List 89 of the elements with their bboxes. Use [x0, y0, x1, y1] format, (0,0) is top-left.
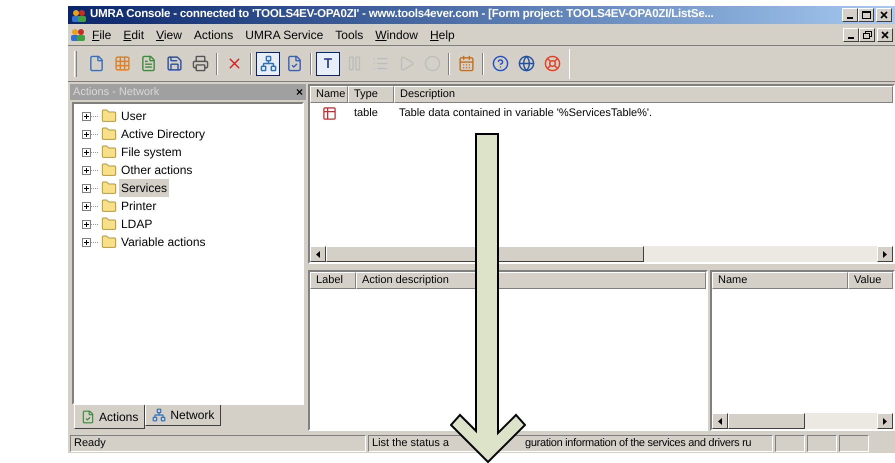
horizontal-scrollbar[interactable]	[310, 246, 893, 262]
lifebuoy-icon	[544, 55, 560, 72]
sheet-icon	[140, 55, 156, 72]
folder-icon	[101, 144, 117, 160]
tree-item[interactable]: File system	[119, 143, 184, 161]
document-icon	[81, 410, 95, 424]
save-icon	[166, 55, 182, 72]
close-icon	[881, 30, 889, 38]
folder-icon	[101, 108, 117, 124]
expander-icon[interactable]	[82, 238, 99, 246]
folder-icon	[101, 126, 117, 142]
right-arrow-icon[interactable]	[883, 418, 887, 424]
minimize-button[interactable]	[842, 8, 858, 22]
users-icon	[70, 28, 86, 41]
network-icon	[152, 408, 166, 422]
expander-icon[interactable]	[82, 220, 99, 228]
folder-icon	[101, 198, 117, 214]
right-arrow-icon[interactable]	[883, 250, 887, 258]
close-icon	[880, 11, 888, 19]
expander-icon[interactable]	[82, 166, 99, 174]
status-pane	[775, 434, 805, 452]
expander-icon[interactable]	[82, 202, 99, 210]
table-cell-text: Table data contained in variable '%ServicesTable%'.	[398, 106, 654, 121]
table-cell-text: table	[353, 106, 379, 121]
status-pane	[839, 434, 869, 452]
form-check-icon	[286, 55, 302, 72]
column-header[interactable]: Description	[394, 86, 893, 103]
grid-icon	[114, 55, 130, 72]
left-arrow-icon[interactable]	[316, 250, 320, 258]
network-icon	[260, 55, 276, 72]
toolbar-button[interactable]	[316, 52, 340, 76]
minimize-icon	[847, 17, 853, 19]
panel-tab[interactable]: Actions	[74, 405, 146, 429]
tree-item[interactable]: Printer	[119, 197, 158, 215]
toolbar-button[interactable]	[256, 52, 280, 76]
tree-item[interactable]: Other actions	[119, 161, 194, 179]
folder-icon	[101, 162, 117, 178]
tree-item[interactable]: User	[119, 107, 148, 125]
menu-item[interactable]: Actions	[188, 26, 240, 44]
status-text: Ready	[74, 436, 106, 451]
maximize-button[interactable]	[858, 8, 874, 22]
panel-tab[interactable]: Network	[145, 405, 222, 426]
menu-item[interactable]: View	[150, 26, 188, 44]
column-header[interactable]: Name	[712, 272, 848, 289]
close-button[interactable]: ×	[296, 86, 303, 98]
left-arrow-icon[interactable]	[718, 418, 722, 424]
menu-item[interactable]: Window	[369, 26, 424, 44]
minimize-button[interactable]	[843, 28, 859, 42]
table-icon	[322, 106, 336, 120]
help-icon	[492, 55, 508, 72]
window-title: UMRA Console - connected to 'TOOLS4EV-OPA0ZI' - www.tools4ever.com - [Form project: TOOLS4EV-OPA0ZI/ListSe...	[90, 7, 715, 22]
tree-item[interactable]: Services	[119, 179, 170, 197]
tree-item[interactable]: Variable actions	[119, 233, 208, 251]
status-message: List the status a	[372, 436, 450, 450]
tree-item[interactable]: Active Directory	[119, 125, 208, 143]
calendar-icon	[458, 55, 474, 72]
tree-item[interactable]: LDAP	[119, 215, 154, 233]
column-header[interactable]: Value	[848, 272, 893, 289]
restore-icon	[862, 30, 872, 38]
status-pane	[807, 434, 837, 452]
column-header[interactable]: Label	[310, 272, 356, 289]
menu-item[interactable]: File	[86, 26, 118, 44]
expander-icon[interactable]	[82, 148, 99, 156]
horizontal-scrollbar[interactable]	[712, 413, 893, 429]
users-icon	[71, 8, 87, 22]
column-header[interactable]: Type	[348, 86, 394, 103]
close-button[interactable]	[877, 28, 893, 42]
menu-item[interactable]: Help	[424, 26, 461, 44]
minimize-icon	[848, 36, 854, 38]
restore-button[interactable]	[859, 28, 875, 42]
column-header[interactable]: Name	[310, 86, 348, 103]
status-message: guration information of the services and drivers ru	[525, 436, 752, 450]
expander-icon[interactable]	[82, 130, 99, 138]
folder-icon	[101, 216, 117, 232]
menu-item[interactable]: Edit	[117, 26, 150, 44]
panel-title: Actions - Network	[73, 84, 160, 100]
folder-icon	[101, 180, 117, 196]
menu-item[interactable]: Tools	[329, 26, 370, 44]
expander-icon[interactable]	[82, 112, 99, 120]
globe-icon	[518, 55, 534, 72]
folder-icon	[101, 234, 117, 250]
column-header[interactable]: Action description	[356, 272, 706, 289]
printer-icon	[192, 55, 208, 72]
expander-icon[interactable]	[82, 184, 99, 192]
maximize-icon	[862, 11, 870, 19]
menu-item[interactable]: UMRA Service	[239, 26, 330, 44]
text-tool-icon	[323, 58, 333, 69]
close-button[interactable]	[876, 8, 892, 22]
new-document-icon	[88, 55, 104, 72]
